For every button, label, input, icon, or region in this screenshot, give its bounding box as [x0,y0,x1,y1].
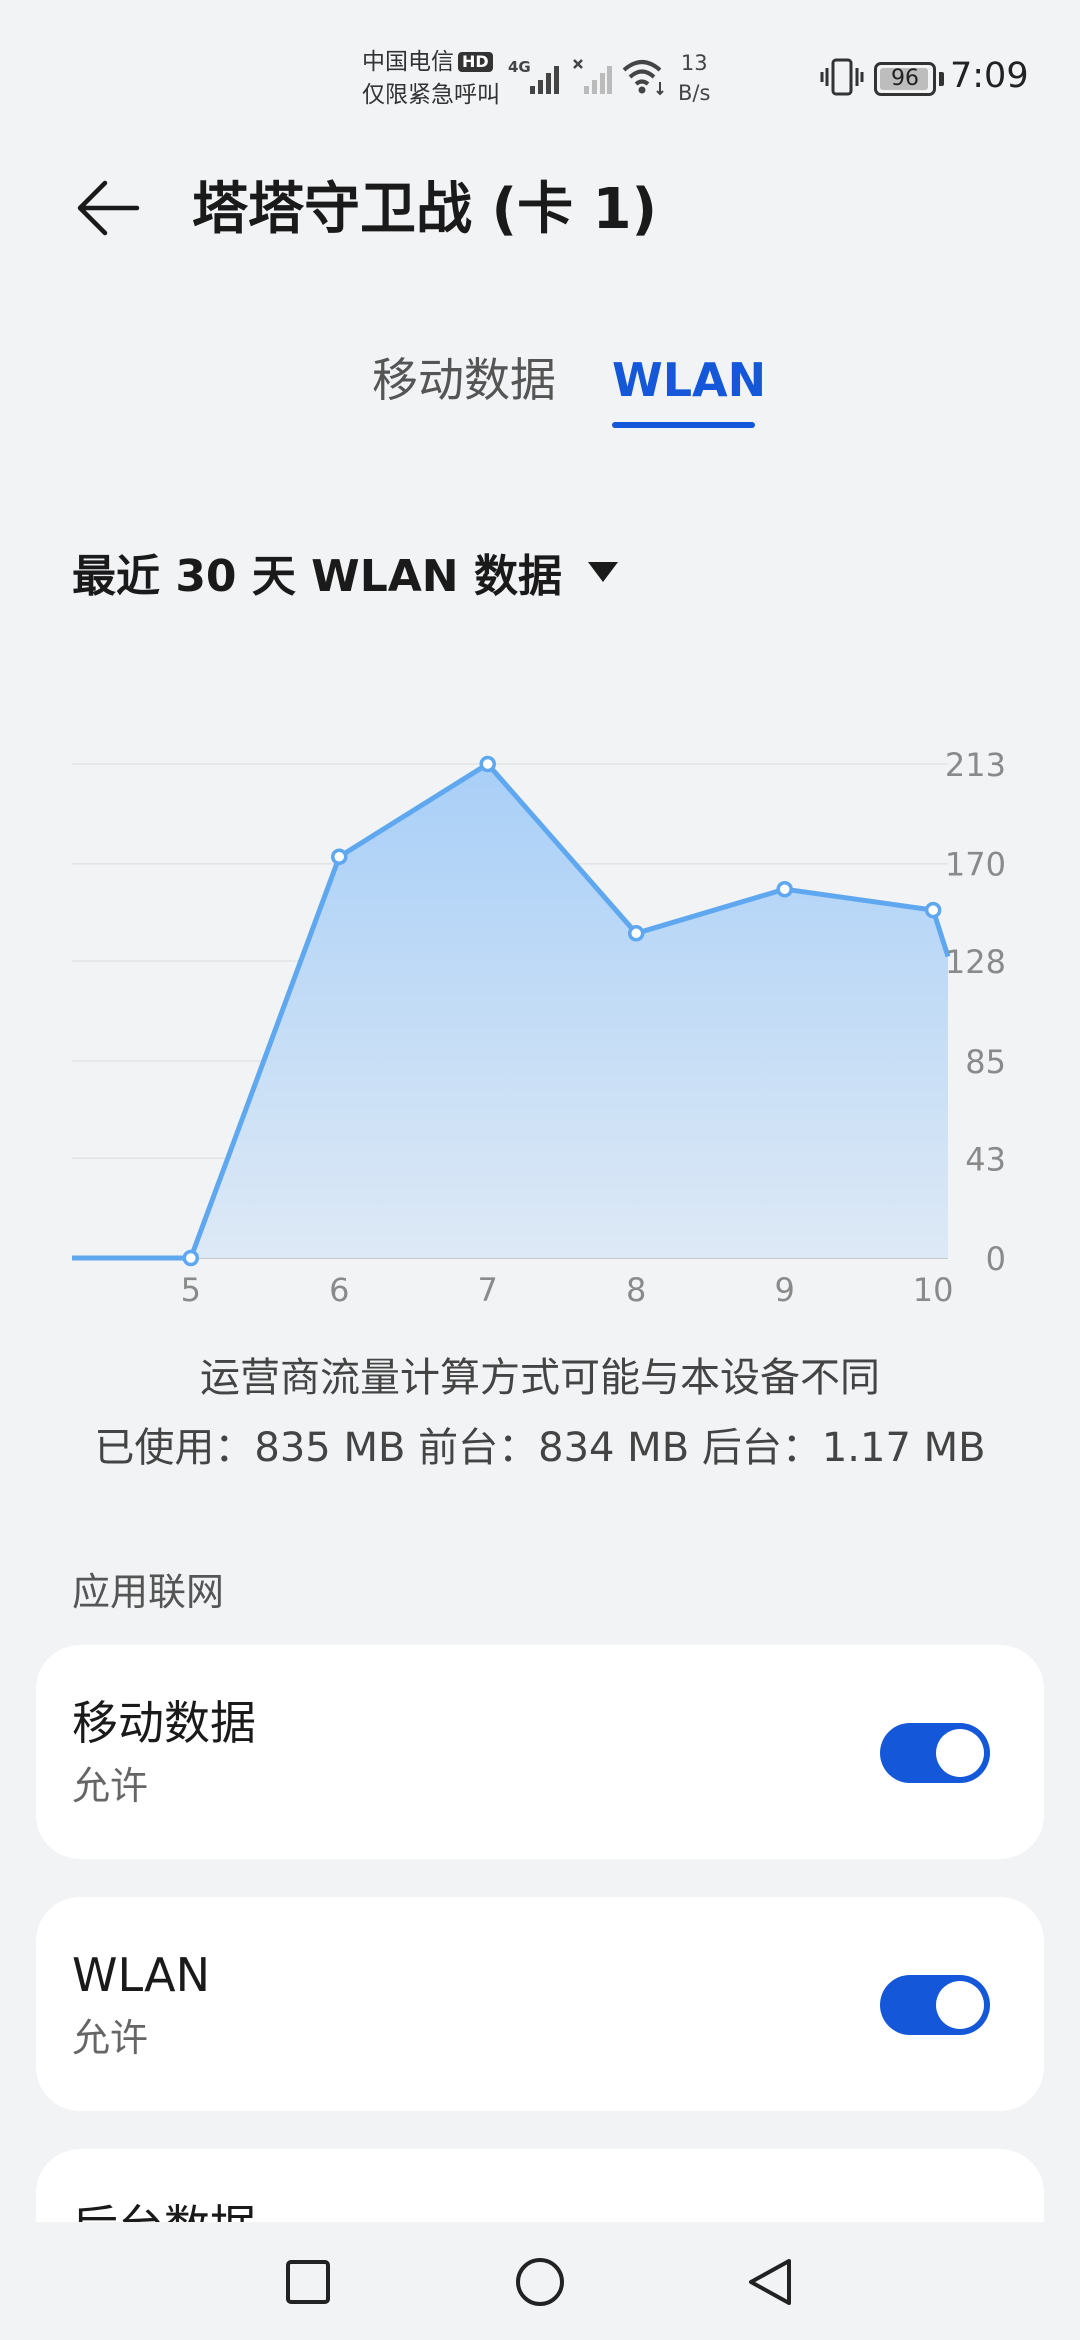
status-bar: 中国电信 HD 仅限紧急呼叫 4G 13 B/s 96 7:09 [0,0,1080,120]
data-point [776,880,793,898]
period-label: 最近 30 天 WLAN 数据 [72,551,562,602]
mobile-data-toggle[interactable] [880,1723,990,1783]
usage-chart-svg: 0 43 85 128 170 213 5 6 7 8 9 10 [72,746,1006,1309]
page-title: 塔塔守卫战 (卡 1) [192,177,658,242]
data-point [627,925,645,942]
carrier-name: 中国电信 [362,49,454,75]
status-time: 7:09 [950,56,1029,96]
wlan-toggle[interactable] [880,1975,990,2035]
carrier-info: 中国电信 HD 仅限紧急呼叫 [362,46,500,112]
x-tick-label: 6 [329,1271,349,1309]
battery-tip [939,72,944,86]
y-tick-label: 213 [945,746,1006,784]
period-selector[interactable]: 最近 30 天 WLAN 数据 [72,540,618,604]
y-tick-label: 43 [965,1140,1006,1178]
setting-title: WLAN [72,1948,211,2002]
hd-badge: HD [458,52,493,72]
carrier-status: 仅限紧急呼叫 [362,82,500,108]
tab-wlan[interactable]: WLAN [612,350,766,410]
net-speed-value: 13 [680,51,708,75]
signal-4g-icon: 4G [508,58,559,94]
x-tick-label: 7 [478,1271,498,1309]
usage-chart: 0 43 85 128 170 213 5 6 7 8 9 10 [0,730,1080,1330]
wlan-setting: WLAN 允许 [36,1897,1044,2111]
net-speed: 13 B/s [678,48,710,108]
dropdown-caret-icon [587,562,618,582]
x-tick-label: 5 [181,1271,201,1309]
section-title: 应用联网 [72,1570,225,1614]
y-tick-label: 0 [986,1240,1006,1278]
net-speed-unit: B/s [678,81,711,105]
x-tick-label: 8 [626,1271,646,1309]
back-button[interactable] [60,160,156,256]
tab-bar: 移动数据 WLAN [0,350,1080,440]
square-icon [286,2260,330,2304]
home-button[interactable] [500,2242,580,2322]
circle-icon [516,2258,564,2306]
tab-mobile-data[interactable]: 移动数据 [372,350,556,410]
setting-title: 移动数据 [72,1696,256,1750]
x-tick-label: 9 [774,1271,794,1309]
battery-level: 96 [891,66,919,91]
signal-no-service-icon [573,59,612,94]
wifi-icon [622,60,664,96]
vibrate-icon [820,58,864,96]
data-point [479,755,496,773]
mobile-data-setting: 移动数据 允许 [36,1645,1044,1859]
y-tick-label: 170 [945,846,1006,884]
data-point [182,1249,200,1267]
toggle-knob [936,1981,984,2029]
network-type-label: 4G [508,58,531,76]
y-tick-label: 85 [965,1043,1006,1081]
setting-subtitle: 允许 [72,1764,149,1808]
data-point [924,901,942,919]
carrier-note: 运营商流量计算方式可能与本设备不同 [200,1355,880,1401]
data-point [331,848,348,866]
tab-active-indicator [612,422,755,428]
triangle-back-icon [749,2259,791,2305]
usage-summary: 已使用：835 MB 前台：834 MB 后台：1.17 MB [94,1425,986,1471]
battery-icon: 96 [874,62,936,96]
back-arrow-icon [77,180,140,236]
y-tick-label: 128 [945,943,1006,981]
setting-subtitle: 允许 [72,2016,149,2060]
navigation-bar [0,2222,1080,2340]
x-tick-label: 10 [913,1271,954,1309]
usage-area-fill [72,764,948,1258]
recents-button[interactable] [268,2242,348,2322]
back-nav-button[interactable] [730,2242,810,2322]
toggle-knob [936,1729,984,1777]
